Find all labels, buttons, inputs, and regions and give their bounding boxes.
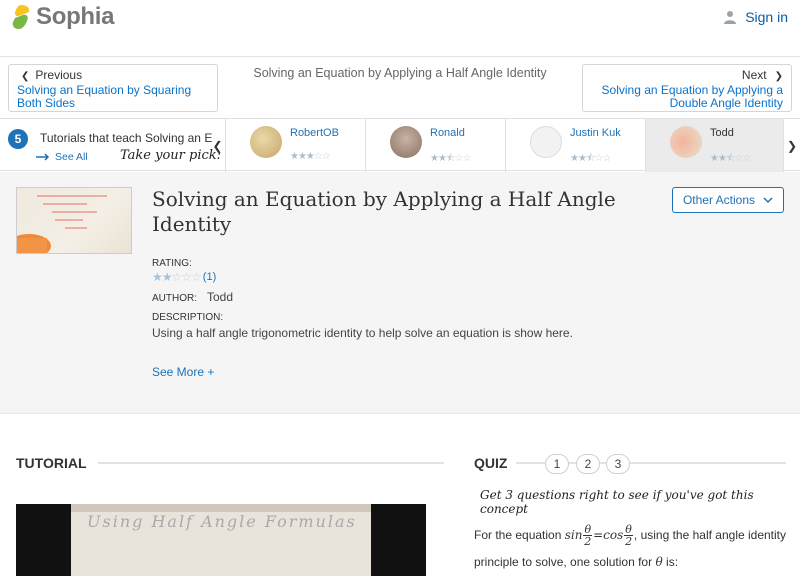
sign-in-label: Sign in [745,9,788,25]
rating-count: (1) [202,271,217,283]
arrow-right-icon [36,153,50,161]
brand-name: Sophia [36,3,115,30]
chevron-down-icon [763,196,773,203]
author-label: AUTHOR: [152,293,197,304]
whiteboard-image [17,195,107,253]
tutorial-card-author: Justin Kuk [570,127,621,139]
see-all-link[interactable]: See All [36,151,88,163]
tutorial-title: Solving an Equation by Applying a Half A… [152,187,616,236]
tutorial-card-ronald[interactable]: Ronald ★★⯪☆☆ [366,119,506,172]
sign-in-link[interactable]: Sign in [723,9,788,25]
previous-tutorial-box[interactable]: ❮ Previous Solving an Equation by Squarin… [8,64,218,112]
other-actions-button[interactable]: Other Actions [672,187,784,213]
star-rating: ★★⯪☆☆ [570,153,611,164]
avatar [390,126,422,158]
see-more-link[interactable]: See More + [152,365,214,379]
tutorial-thumbnail[interactable] [16,187,132,254]
star-rating: ★★⯪☆☆ [710,153,751,164]
tutorial-detail-panel: Solving an Equation by Applying a Half A… [0,172,800,414]
chevron-left-icon: ❮ [212,138,223,153]
avatar [250,126,282,158]
avatar [530,126,562,158]
tutorials-strip: 5 Tutorials that teach Solving an E See … [0,118,800,172]
take-your-pick-label: Take your pick: [120,148,222,163]
sophia-logo-icon [12,5,30,29]
tutorial-card-robertob[interactable]: RobertOB ★★★☆☆ [226,119,366,172]
tutorials-teach-text: Tutorials that teach Solving an E [40,131,213,145]
tutorial-heading: TUTORIAL [16,455,87,471]
tutorial-card-todd[interactable]: Todd ★★⯪☆☆ [646,119,784,172]
next-label: Next ❯ [741,68,783,82]
quiz-heading: QUIZ [474,455,508,471]
quiz-question-2[interactable]: 2 [576,454,600,474]
next-tutorial-box[interactable]: Next ❯ Solving an Equation by Applying a … [582,64,792,112]
tutorial-card-justin-kuk[interactable]: Justin Kuk ★★⯪☆☆ [506,119,646,172]
tutorial-video[interactable]: Using Half Angle Formulas [16,504,426,576]
carousel-prev-button[interactable]: ❮ [210,119,226,172]
tutorial-count-badge: 5 [8,129,28,149]
description-label: DESCRIPTION: [152,312,224,323]
chevron-right-icon: ❯ [774,71,783,82]
video-frame: Using Half Angle Formulas [71,504,371,576]
chevron-left-icon: ❮ [21,71,30,82]
top-header: Sophia Sign in [0,0,800,57]
quiz-tagline: Get 3 questions right to see if you've g… [480,488,754,516]
star-rating: ★★⯪☆☆ [430,153,471,164]
next-link[interactable]: Solving an Equation by Applying a Double… [591,84,783,110]
tutorial-card-author: Ronald [430,127,465,139]
previous-label: ❮ Previous [21,68,83,82]
rating-stars[interactable]: ★★ ☆☆☆ (1) [152,270,216,284]
tutorial-card-author: RobertOB [290,127,339,139]
description-text: Using a half angle trigonometric identit… [152,326,573,340]
avatar [670,126,702,158]
quiz-question-3[interactable]: 3 [606,454,630,474]
sophia-logo[interactable]: Sophia [10,3,115,31]
user-icon [724,11,737,24]
quiz-question-text: For the equation sin θ 2 =cos θ 2, using the … [474,523,787,569]
previous-link[interactable]: Solving an Equation by Squaring Both Sid… [17,84,209,110]
chevron-right-icon: ❯ [786,138,798,153]
author-name: Todd [207,290,234,304]
video-caption: Using Half Angle Formulas [87,512,357,531]
quiz-question-1[interactable]: 1 [545,454,569,474]
rating-label: RATING: [152,258,192,269]
divider [98,462,444,464]
carousel-next-button[interactable]: ❯ [784,119,800,172]
current-tutorial-title: Solving an Equation by Applying a Half A… [253,66,547,80]
star-rating: ★★★☆☆ [290,151,331,162]
tutorial-card-author: Todd [710,127,734,139]
